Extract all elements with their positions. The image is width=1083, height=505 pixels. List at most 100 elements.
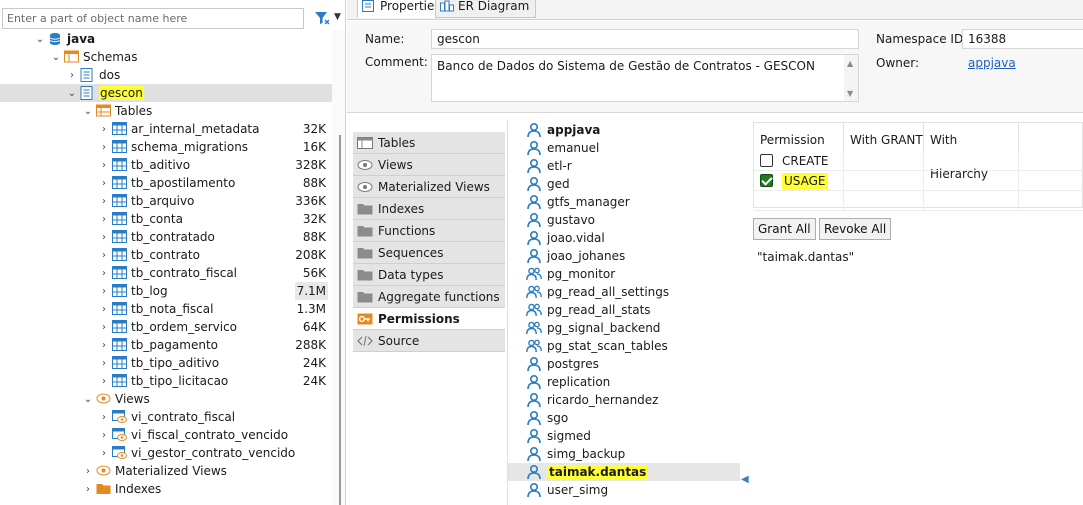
chevron-right-icon[interactable]: › bbox=[98, 142, 110, 153]
chevron-right-icon[interactable]: › bbox=[98, 340, 110, 351]
chevron-right-icon[interactable]: › bbox=[98, 286, 110, 297]
tree-item-views[interactable]: ⌄ Views bbox=[0, 390, 332, 408]
tree-item-materialized-views[interactable]: › Materialized Views bbox=[0, 462, 332, 480]
tree-item-database[interactable]: ⌄ java bbox=[0, 30, 332, 48]
chevron-down-icon[interactable]: ▼ bbox=[334, 12, 341, 22]
tree-item-table[interactable]: › tb_pagamento 288K bbox=[0, 336, 332, 354]
chevron-right-icon[interactable]: › bbox=[98, 124, 110, 135]
list-item[interactable]: pg_monitor bbox=[508, 265, 740, 283]
subtab-sequences[interactable]: Sequences bbox=[353, 242, 505, 264]
tab-er-diagram[interactable]: ER Diagram bbox=[435, 0, 537, 18]
list-item[interactable]: postgres bbox=[508, 355, 740, 373]
chevron-right-icon[interactable]: › bbox=[98, 250, 110, 261]
list-item[interactable]: joao_johanes bbox=[508, 247, 740, 265]
chevron-right-icon[interactable]: › bbox=[98, 196, 110, 207]
tree-item-schema[interactable]: › dos bbox=[0, 66, 332, 84]
scrollbar-thumb[interactable] bbox=[339, 135, 341, 505]
chevron-right-icon[interactable]: › bbox=[82, 466, 94, 477]
tree-item-tables[interactable]: ⌄ Tables bbox=[0, 102, 332, 120]
chevron-right-icon[interactable]: › bbox=[98, 268, 110, 279]
chevron-right-icon[interactable]: › bbox=[82, 484, 94, 495]
chevron-right-icon[interactable]: › bbox=[98, 322, 110, 333]
list-item[interactable]: sgo bbox=[508, 409, 740, 427]
tree-item-table[interactable]: › tb_ordem_servico 64K bbox=[0, 318, 332, 336]
permission-checkbox[interactable] bbox=[760, 154, 773, 167]
tree-item-view[interactable]: › vi_contrato_fiscal bbox=[0, 408, 332, 426]
list-item[interactable]: ged bbox=[508, 175, 740, 193]
subtab-materialized-views[interactable]: Materialized Views bbox=[353, 176, 505, 198]
chevron-right-icon[interactable]: › bbox=[98, 232, 110, 243]
scroll-up-icon[interactable]: ▲ bbox=[847, 59, 853, 68]
chevron-right-icon[interactable]: › bbox=[98, 430, 110, 441]
subtab-indexes[interactable]: Indexes bbox=[353, 198, 505, 220]
list-item[interactable]: sigmed bbox=[508, 427, 740, 445]
owner-link[interactable]: appjava bbox=[968, 56, 1016, 70]
chevron-right-icon[interactable]: › bbox=[98, 178, 110, 189]
tree-item-view[interactable]: › vi_fiscal_contrato_vencido bbox=[0, 426, 332, 444]
list-item[interactable]: user_simg bbox=[508, 481, 740, 499]
tree-item-table[interactable]: › tb_arquivo 336K bbox=[0, 192, 332, 210]
list-item[interactable]: appjava bbox=[508, 121, 740, 139]
tree-item-table[interactable]: › tb_nota_fiscal 1.3M bbox=[0, 300, 332, 318]
chevron-right-icon[interactable]: › bbox=[98, 358, 110, 369]
tree-item-indexes[interactable]: › Indexes bbox=[0, 480, 332, 498]
with-grant-cell[interactable] bbox=[844, 151, 924, 171]
subtab-source[interactable]: Source bbox=[353, 330, 505, 352]
chevron-down-icon[interactable]: ⌄ bbox=[34, 34, 46, 45]
tree-item-schemas[interactable]: ⌄ Schemas bbox=[0, 48, 332, 66]
subtab-aggregate-functions[interactable]: Aggregate functions bbox=[353, 286, 505, 308]
subtab-permissions[interactable]: Permissions bbox=[353, 308, 505, 330]
with-hierarchy-cell[interactable] bbox=[924, 171, 1019, 191]
subtab-data-types[interactable]: Data types bbox=[353, 264, 505, 286]
list-item[interactable]: joao.vidal bbox=[508, 229, 740, 247]
filter-icon[interactable] bbox=[314, 10, 330, 26]
chevron-right-icon[interactable]: › bbox=[98, 412, 110, 423]
subtab-views[interactable]: Views bbox=[353, 154, 505, 176]
tree-item-table[interactable]: › tb_contrato_fiscal 56K bbox=[0, 264, 332, 282]
chevron-down-icon[interactable]: ⌄ bbox=[82, 394, 94, 405]
chevron-right-icon[interactable]: › bbox=[98, 304, 110, 315]
permission-checkbox[interactable] bbox=[760, 174, 773, 187]
chevron-right-icon[interactable]: › bbox=[98, 376, 110, 387]
tree-item-schema-selected[interactable]: ⌄ gescon bbox=[0, 84, 332, 102]
collapse-handle-icon[interactable]: ◀ bbox=[741, 474, 749, 502]
tree-item-table[interactable]: › ar_internal_metadata 32K bbox=[0, 120, 332, 138]
tree-item-table[interactable]: › tb_apostilamento 88K bbox=[0, 174, 332, 192]
tree-item-table[interactable]: › tb_tipo_aditivo 24K bbox=[0, 354, 332, 372]
list-item[interactable]: pg_stat_scan_tables bbox=[508, 337, 740, 355]
subtab-tables[interactable]: Tables bbox=[353, 132, 505, 154]
list-item[interactable]: ricardo_hernandez bbox=[508, 391, 740, 409]
comment-field[interactable]: Banco de Dados do Sistema de Gestão de C… bbox=[431, 54, 859, 102]
tree-item-view[interactable]: › vi_gestor_contrato_vencido bbox=[0, 444, 332, 462]
name-field[interactable]: gescon bbox=[431, 29, 859, 49]
list-item[interactable]: taimak.dantas bbox=[508, 463, 740, 481]
with-hierarchy-cell[interactable] bbox=[924, 151, 1019, 171]
list-item[interactable]: pg_read_all_stats bbox=[508, 301, 740, 319]
list-item[interactable]: replication bbox=[508, 373, 740, 391]
tree-item-table[interactable]: › tb_log 7.1M bbox=[0, 282, 332, 300]
revoke-all-button[interactable]: Revoke All bbox=[819, 218, 892, 240]
list-item[interactable]: etl-r bbox=[508, 157, 740, 175]
list-item[interactable]: pg_read_all_settings bbox=[508, 283, 740, 301]
filter-input[interactable] bbox=[3, 9, 303, 28]
filter-box[interactable] bbox=[2, 8, 304, 29]
tree-item-table[interactable]: › schema_migrations 16K bbox=[0, 138, 332, 156]
chevron-down-icon[interactable]: ⌄ bbox=[50, 52, 62, 63]
chevron-right-icon[interactable]: › bbox=[98, 448, 110, 459]
list-item[interactable]: simg_backup bbox=[508, 445, 740, 463]
chevron-right-icon[interactable]: › bbox=[98, 214, 110, 225]
chevron-right-icon[interactable]: › bbox=[98, 160, 110, 171]
chevron-right-icon[interactable]: › bbox=[66, 70, 78, 81]
chevron-down-icon[interactable]: ⌄ bbox=[82, 106, 94, 117]
grant-all-button[interactable]: Grant All bbox=[753, 218, 816, 240]
with-grant-cell[interactable] bbox=[844, 171, 924, 191]
chevron-down-icon[interactable]: ⌄ bbox=[66, 88, 78, 99]
scroll-down-icon[interactable]: ▼ bbox=[847, 89, 853, 98]
list-item[interactable]: gtfs_manager bbox=[508, 193, 740, 211]
list-item[interactable]: gustavo bbox=[508, 211, 740, 229]
tree-item-table[interactable]: › tb_tipo_licitacao 24K bbox=[0, 372, 332, 390]
tree-item-table[interactable]: › tb_aditivo 328K bbox=[0, 156, 332, 174]
subtab-functions[interactable]: Functions bbox=[353, 220, 505, 242]
comment-scrollbar[interactable]: ▲ ▼ bbox=[844, 55, 858, 101]
namespace-field[interactable]: 16388 bbox=[962, 29, 1083, 49]
